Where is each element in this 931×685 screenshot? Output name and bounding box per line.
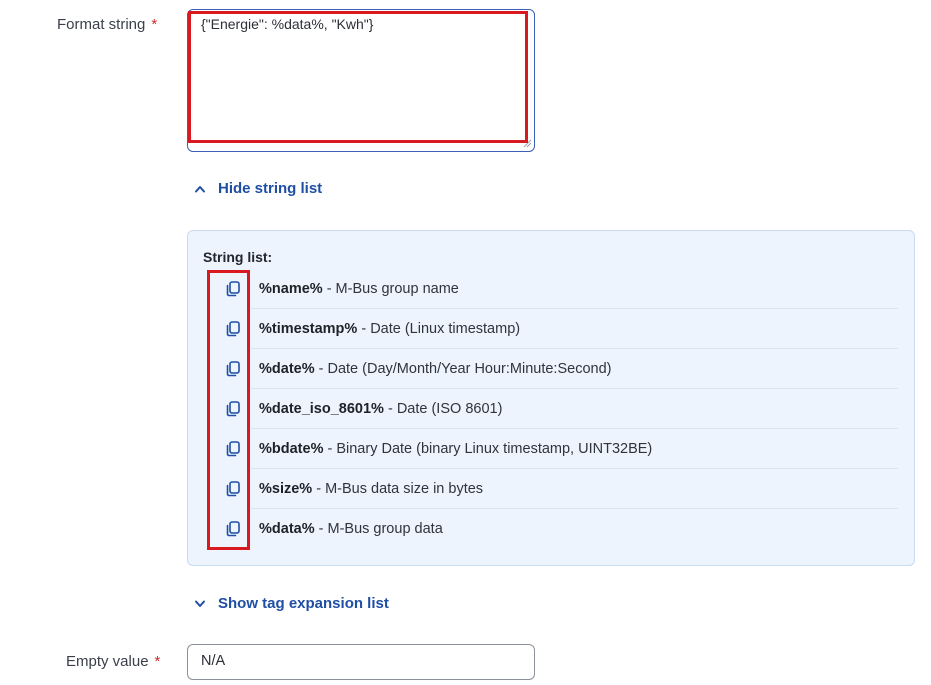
required-asterisk: * <box>154 653 161 670</box>
chevron-up-icon <box>195 185 205 192</box>
string-list-item: %name% - M-Bus group name <box>251 269 898 309</box>
string-tag: %timestamp% <box>259 320 358 337</box>
resize-handle-icon[interactable] <box>522 138 532 148</box>
empty-value-label: Empty value * <box>66 653 160 670</box>
empty-value-text[interactable]: N/A <box>201 653 225 669</box>
format-string-label-text: Format string <box>57 16 146 33</box>
hide-string-list-label: Hide string list <box>218 180 323 197</box>
show-tag-expansion-label: Show tag expansion list <box>218 595 389 612</box>
string-tag: %date% <box>259 360 315 377</box>
string-tag: %bdate% <box>259 440 324 457</box>
string-tag: %data% <box>259 521 315 537</box>
format-string-value[interactable]: {"Energie": %data%, "Kwh"} <box>201 16 373 32</box>
string-list-item: %date_iso_8601% - Date (ISO 8601) <box>251 389 898 429</box>
copy-icon[interactable] <box>224 280 242 298</box>
string-description: - Binary Date (binary Linux timestamp, U… <box>323 440 653 457</box>
string-list-item: %timestamp% - Date (Linux timestamp) <box>251 309 898 349</box>
hide-string-list-link[interactable]: Hide string list <box>194 180 322 197</box>
format-string-label: Format string * <box>57 16 157 33</box>
string-tag: %size% <box>259 480 313 497</box>
copy-icon[interactable] <box>224 320 242 338</box>
copy-icon[interactable] <box>224 520 242 538</box>
copy-icon[interactable] <box>224 400 242 418</box>
chevron-down-icon <box>195 600 205 607</box>
empty-value-label-text: Empty value <box>66 653 149 670</box>
string-list-item: %data% - M-Bus group data <box>251 509 898 549</box>
string-description: - Date (ISO 8601) <box>383 400 503 417</box>
string-list-item: %bdate% - Binary Date (binary Linux time… <box>251 429 898 469</box>
copy-icon[interactable] <box>224 480 242 498</box>
string-description: - M-Bus group name <box>322 280 459 297</box>
string-list-title: String list: <box>203 249 273 265</box>
string-list-item: %date% - Date (Day/Month/Year Hour:Minut… <box>251 349 898 389</box>
string-tag: %name% <box>259 280 323 297</box>
string-description: - Date (Linux timestamp) <box>357 320 521 337</box>
show-tag-expansion-link[interactable]: Show tag expansion list <box>194 595 389 612</box>
string-description: - M-Bus group data <box>314 521 443 537</box>
string-description: - Date (Day/Month/Year Hour:Minute:Secon… <box>314 360 612 377</box>
string-description: - M-Bus data size in bytes <box>312 480 484 497</box>
string-list-item: %size% - M-Bus data size in bytes <box>251 469 898 509</box>
required-asterisk: * <box>151 16 158 33</box>
empty-value-input[interactable] <box>187 644 535 680</box>
copy-icon[interactable] <box>224 360 242 378</box>
copy-icon[interactable] <box>224 440 242 458</box>
string-tag: %date_iso_8601% <box>259 400 384 417</box>
